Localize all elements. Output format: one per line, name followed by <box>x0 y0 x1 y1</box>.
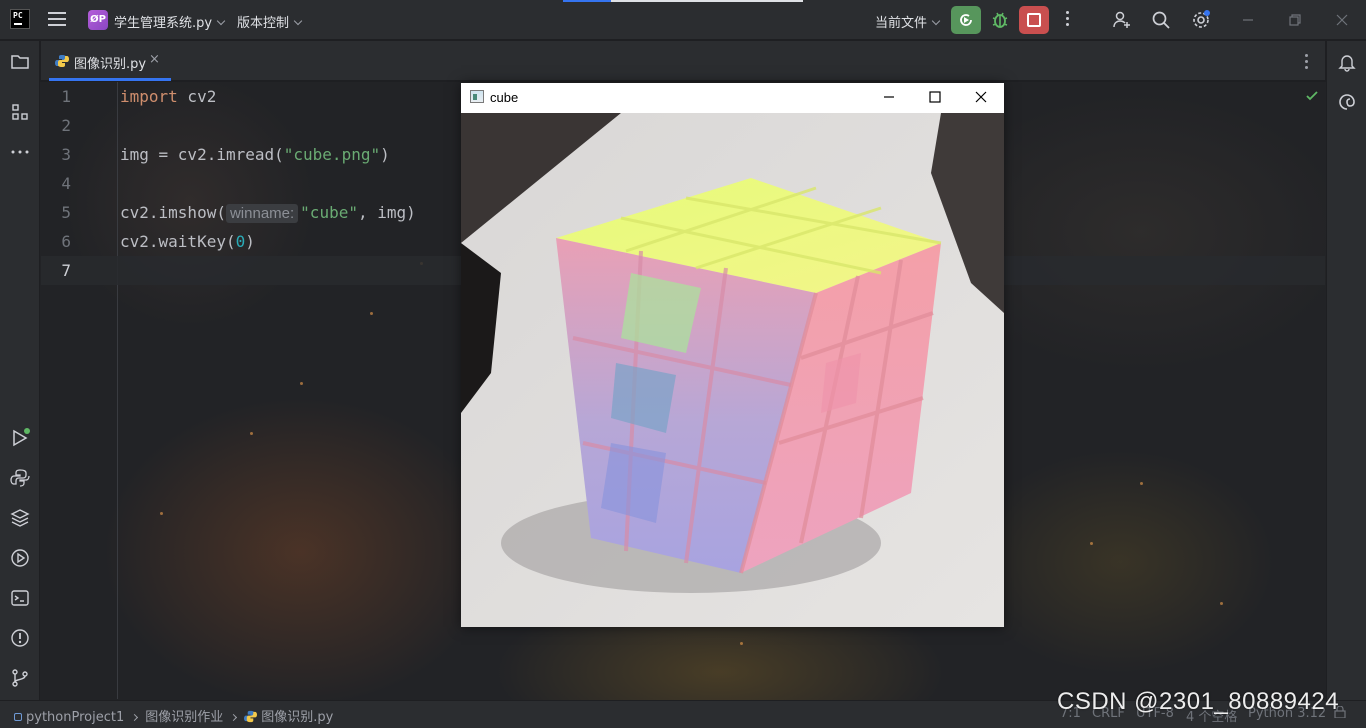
pycharm-logo-icon: PC <box>10 9 30 29</box>
ai-assistant-icon[interactable] <box>1337 92 1357 112</box>
line-number: 4 <box>61 174 71 193</box>
chevron-right-icon <box>131 713 139 722</box>
opencv-image-window[interactable]: cube <box>461 83 1004 627</box>
breadcrumb-folder[interactable]: 图像识别作业 <box>145 710 223 725</box>
debug-button[interactable] <box>988 8 1012 32</box>
stop-button[interactable] <box>1019 6 1049 34</box>
services-icon[interactable] <box>10 548 30 568</box>
title-bar: PC ØP 学生管理系统.py 版本控制 当前文件 <box>0 0 1366 40</box>
watermark: CSDN @2301_80889424 <box>1057 688 1340 715</box>
folder-icon[interactable] <box>10 52 30 72</box>
rerun-icon <box>960 14 972 26</box>
right-tool-strip <box>1326 41 1366 700</box>
editor-tab-bar: 图像识别.py × <box>41 41 1325 81</box>
line-number: 3 <box>61 145 71 164</box>
breadcrumb-file[interactable]: 图像识别.py <box>261 710 333 725</box>
main-menu-icon[interactable] <box>48 12 66 28</box>
python-file-icon <box>244 710 258 723</box>
chevron-down-icon <box>931 16 941 26</box>
code-text: import cv2 <box>120 87 217 106</box>
chevron-down-icon <box>293 16 303 26</box>
notifications-bell-icon[interactable] <box>1337 52 1357 72</box>
structure-icon[interactable] <box>10 102 30 122</box>
project-selector[interactable]: 学生管理系统.py <box>114 12 226 31</box>
rerun-button[interactable] <box>951 6 981 34</box>
close-icon[interactable] <box>973 89 989 105</box>
left-tool-strip <box>0 41 40 700</box>
run-config-selector[interactable]: 当前文件 <box>875 12 941 31</box>
terminal-icon[interactable] <box>10 588 30 608</box>
progress-indicator <box>563 0 803 2</box>
module-icon <box>14 713 22 721</box>
code-text: cv2.waitKey(0) <box>120 232 255 251</box>
close-tab-icon[interactable]: × <box>149 52 160 67</box>
line-number: 2 <box>61 116 71 135</box>
python-file-icon <box>55 55 69 67</box>
opencv-title-bar[interactable]: cube <box>461 83 1004 113</box>
add-user-icon[interactable] <box>1112 10 1132 30</box>
breadcrumb-project[interactable]: pythonProject1 <box>26 710 124 725</box>
more-actions-icon[interactable] <box>1066 11 1070 29</box>
minimize-icon[interactable] <box>881 89 897 105</box>
line-number: 5 <box>61 203 71 222</box>
minimize-icon[interactable] <box>1240 12 1256 28</box>
cube-photo <box>461 113 1004 627</box>
stop-icon <box>1027 13 1041 27</box>
tab-options-icon[interactable] <box>1305 54 1309 70</box>
tab-label: 图像识别.py <box>74 57 147 72</box>
parameter-hint: winname: <box>225 204 299 223</box>
close-window-icon[interactable] <box>1334 12 1350 28</box>
opencv-window-title: cube <box>490 90 519 105</box>
chevron-right-icon <box>230 713 238 722</box>
line-number: 7 <box>61 261 71 280</box>
problems-icon[interactable] <box>10 628 30 648</box>
opencv-window-icon <box>470 90 484 103</box>
python-console-icon[interactable] <box>10 468 30 488</box>
vcs-menu[interactable]: 版本控制 <box>237 12 303 31</box>
chevron-down-icon <box>216 16 226 26</box>
project-badge[interactable]: ØP <box>88 10 108 30</box>
layers-icon[interactable] <box>10 508 30 528</box>
run-icon[interactable] <box>10 428 30 448</box>
git-icon[interactable] <box>10 668 30 688</box>
maximize-icon[interactable] <box>927 89 943 105</box>
bug-icon <box>992 12 1008 28</box>
run-config-label: 当前文件 <box>875 16 928 31</box>
more-tools-icon[interactable] <box>10 142 30 162</box>
code-text: img = cv2.imread("cube.png") <box>120 145 390 164</box>
tab-image-recognition[interactable]: 图像识别.py × <box>49 41 171 81</box>
code-text: cv2.imshow(winname: "cube", img) <box>120 203 416 223</box>
breadcrumb: pythonProject1 图像识别作业 图像识别.py <box>14 706 333 725</box>
search-icon[interactable] <box>1151 10 1171 30</box>
vcs-label: 版本控制 <box>237 16 290 31</box>
project-name: 学生管理系统.py <box>114 16 213 31</box>
line-number: 1 <box>61 87 71 106</box>
line-number: 6 <box>61 232 71 251</box>
restore-icon[interactable] <box>1287 12 1303 28</box>
settings-gear-icon[interactable] <box>1191 10 1211 30</box>
